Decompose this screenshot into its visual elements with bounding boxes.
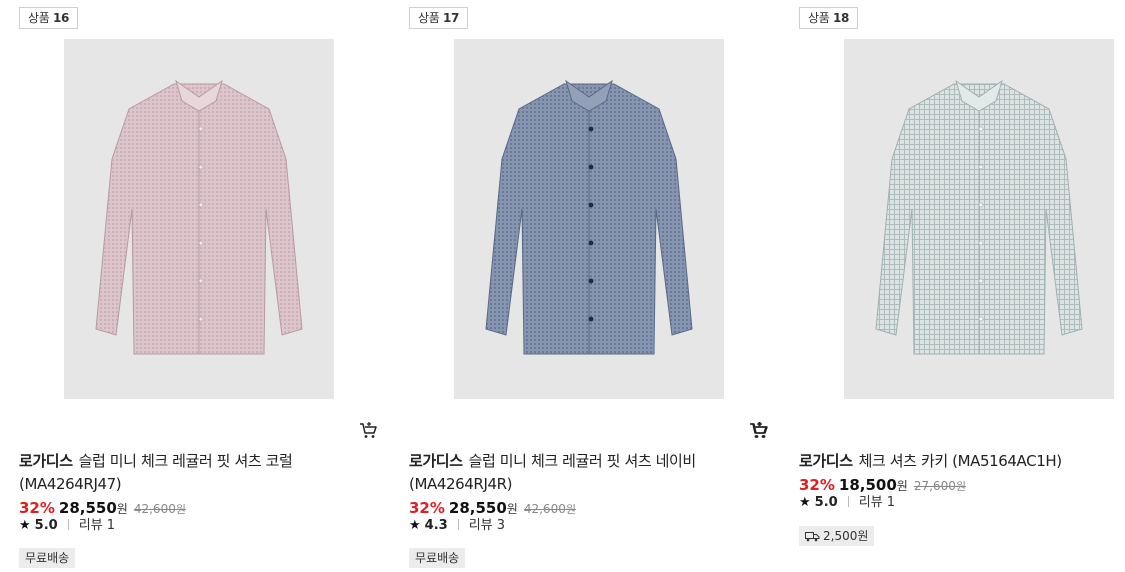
rating-row: ★ 5.0 리뷰 1: [799, 494, 895, 512]
shipping-tag: 무료배송: [19, 548, 76, 568]
original-currency-unit: 원: [565, 503, 576, 516]
truck-icon: [805, 528, 820, 548]
original-price: 27,600: [913, 479, 956, 493]
product-image[interactable]: [844, 39, 1114, 399]
product-card-16[interactable]: 상품 16 로가디스 슬럽 미니 체크 레귤러 핏 셔츠 코럴 (MA4264R…: [18, 0, 377, 572]
sale-price: 18,500: [838, 476, 897, 494]
badge-prefix: 상품: [28, 11, 50, 25]
brand-name: 로가디스: [409, 452, 463, 470]
badge-prefix: 상품: [808, 11, 830, 25]
review-count[interactable]: 리뷰 1: [79, 518, 115, 533]
star-icon: ★: [409, 518, 421, 533]
product-image[interactable]: [64, 39, 334, 399]
shipping-fee-tag: 2,500원: [799, 526, 875, 548]
review-count[interactable]: 리뷰 3: [469, 518, 505, 533]
badge-number: 18: [833, 11, 850, 25]
original-currency-unit: 원: [955, 480, 966, 493]
product-number-badge: 상품 18: [799, 7, 859, 29]
add-to-cart-button[interactable]: [358, 420, 378, 440]
brand-name: 로가디스: [19, 452, 73, 470]
shipping-tag: 무료배송: [409, 548, 466, 568]
shirt-image-coral: [95, 79, 303, 355]
shipping-fee-label: 2,500원: [823, 529, 869, 543]
product-name: 체크 셔츠 카키 (MA5164AC1H): [858, 452, 1062, 470]
star-icon: ★: [799, 495, 811, 510]
discount-rate: 32%: [799, 476, 835, 494]
currency-unit: 원: [896, 479, 908, 493]
shirt-image-khaki: [875, 79, 1083, 355]
discount-rate: 32%: [19, 499, 55, 517]
shirt-image-navy: [485, 79, 693, 355]
currency-unit: 원: [506, 502, 518, 516]
product-title[interactable]: 로가디스 체크 셔츠 카키 (MA5164AC1H): [799, 450, 1119, 473]
brand-name: 로가디스: [799, 452, 853, 470]
divider: [67, 519, 69, 530]
shipping-label: 무료배송: [25, 551, 70, 565]
cart-icon: [360, 422, 377, 438]
discount-rate: 32%: [409, 499, 445, 517]
rating-row: ★ 4.3 리뷰 3: [409, 517, 505, 535]
product-card-17[interactable]: 상품 17 로가디스 슬럽 미니 체크 레귤러 핏 셔츠 네이비 (MA4264…: [408, 0, 767, 572]
review-count[interactable]: 리뷰 1: [859, 495, 895, 510]
divider: [847, 496, 849, 507]
product-title[interactable]: 로가디스 슬럽 미니 체크 레귤러 핏 셔츠 코럴 (MA4264RJ47): [19, 450, 339, 496]
rating-score: 5.0: [34, 518, 58, 533]
product-number-badge: 상품 17: [409, 7, 469, 29]
badge-prefix: 상품: [418, 11, 440, 25]
product-title[interactable]: 로가디스 슬럽 미니 체크 레귤러 핏 셔츠 네이비 (MA4264RJ4R): [409, 450, 729, 496]
star-icon: ★: [19, 518, 31, 533]
currency-unit: 원: [116, 502, 128, 516]
rating-row: ★ 5.0 리뷰 1: [19, 517, 115, 535]
shipping-label: 무료배송: [415, 551, 460, 565]
sale-price: 28,550: [58, 499, 117, 517]
divider: [457, 519, 459, 530]
cart-icon: [751, 422, 768, 438]
product-image[interactable]: [454, 39, 724, 399]
product-card-18[interactable]: 상품 18 로가디스 체크 셔츠 카키 (MA5164AC1H) 32% 18,50…: [798, 0, 1125, 572]
rating-score: 4.3: [424, 518, 448, 533]
original-price: 42,600: [523, 502, 566, 516]
product-number-badge: 상품 16: [19, 7, 79, 29]
original-currency-unit: 원: [175, 503, 186, 516]
add-to-cart-button[interactable]: [749, 420, 769, 440]
original-price: 42,600: [133, 502, 176, 516]
badge-number: 17: [443, 11, 460, 25]
sale-price: 28,550: [448, 499, 507, 517]
badge-number: 16: [53, 11, 70, 25]
rating-score: 5.0: [814, 495, 838, 510]
